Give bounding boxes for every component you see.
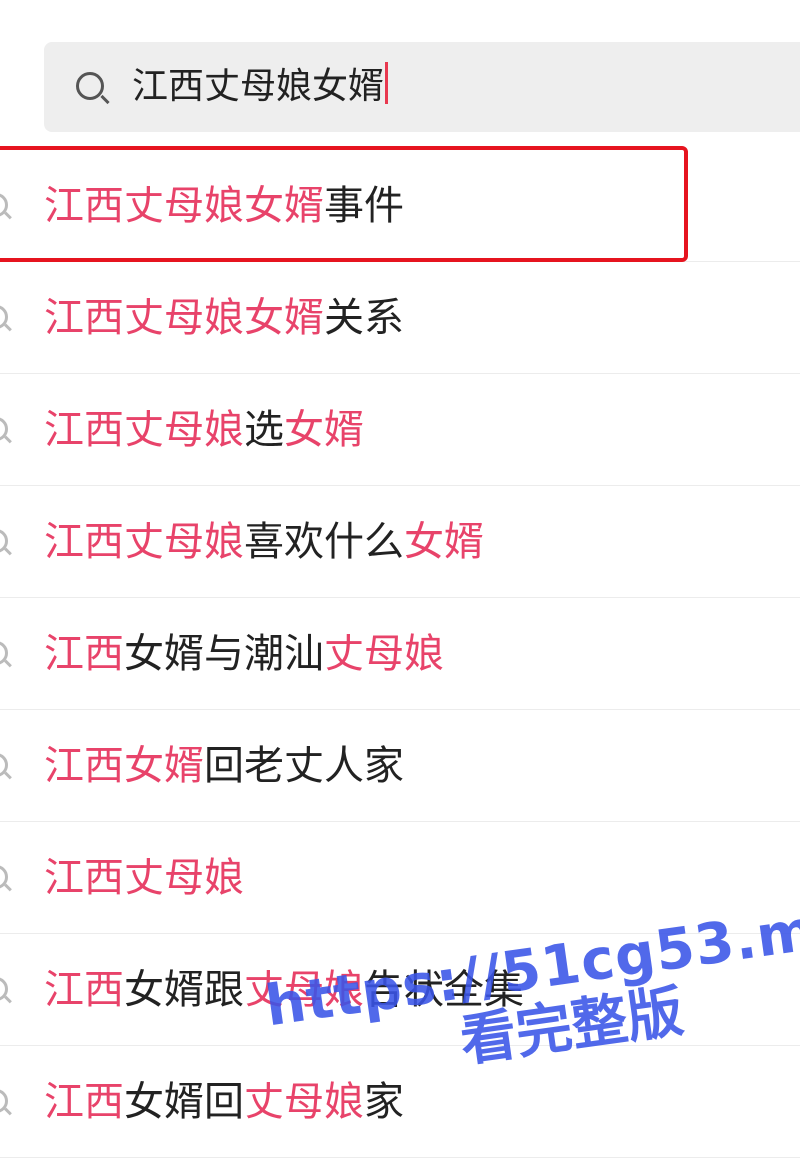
matched-text: 丈母娘 — [244, 1079, 364, 1125]
suggestion-label: 江西丈母娘喜欢什么女婿 — [44, 516, 484, 568]
suggestion-item[interactable]: 江西女婿跟丈母娘告状全集 — [0, 934, 800, 1046]
matched-text: 丈母娘 — [324, 631, 444, 677]
search-icon — [0, 1089, 8, 1113]
matched-text: 江西 — [44, 967, 124, 1013]
text-caret — [385, 62, 389, 104]
suggestion-text: 选 — [244, 407, 284, 453]
suggestion-item[interactable]: 江西女婿与潮汕丈母娘 — [0, 598, 800, 710]
matched-text: 女婿 — [284, 407, 364, 453]
search-icon — [0, 865, 8, 889]
suggestion-item[interactable]: 江西女婿回老丈人家 — [0, 710, 800, 822]
suggestion-text: 事件 — [324, 183, 404, 229]
matched-text: 江西丈母娘 — [44, 519, 244, 565]
search-icon — [0, 641, 8, 665]
matched-text: 丈母娘 — [244, 967, 364, 1013]
suggestion-text: 女婿与潮汕 — [124, 631, 324, 677]
suggestion-item[interactable]: 江西丈母娘女婿事件 — [0, 150, 800, 262]
suggestion-label: 江西丈母娘 — [44, 852, 244, 904]
matched-text: 江西丈母娘女婿 — [44, 295, 324, 341]
matched-text: 江西女婿 — [44, 743, 204, 789]
matched-text: 江西 — [44, 631, 124, 677]
matched-text: 江西 — [44, 1079, 124, 1125]
search-icon — [76, 72, 104, 100]
suggestion-item[interactable]: 江西女婿回丈母娘家 — [0, 1046, 800, 1158]
suggestion-item[interactable]: 江西丈母娘喜欢什么女婿 — [0, 486, 800, 598]
suggestion-text: 关系 — [324, 295, 404, 341]
search-icon — [0, 529, 8, 553]
search-icon — [0, 417, 8, 441]
matched-text: 江西丈母娘 — [44, 407, 244, 453]
search-icon — [0, 977, 8, 1001]
suggestion-label: 江西女婿回丈母娘家 — [44, 1076, 404, 1128]
search-page: 江西丈母娘女婿 江西丈母娘女婿事件 江西丈母娘女婿关系 江西丈母娘选女婿 江西丈母娘喜… — [0, 0, 800, 1166]
matched-text: 江西丈母娘女婿 — [44, 183, 324, 229]
suggestion-text: 回老丈人家 — [204, 743, 404, 789]
suggestion-text: 家 — [364, 1079, 404, 1125]
search-input[interactable]: 江西丈母娘女婿 — [44, 42, 800, 132]
suggestion-text: 告状全集 — [364, 967, 524, 1013]
suggestion-label: 江西丈母娘选女婿 — [44, 404, 364, 456]
suggestion-text: 女婿跟 — [124, 967, 244, 1013]
suggestion-list: 江西丈母娘女婿事件 江西丈母娘女婿关系 江西丈母娘选女婿 江西丈母娘喜欢什么女婿 江西女… — [0, 150, 800, 1158]
suggestion-label: 江西女婿回老丈人家 — [44, 740, 404, 792]
search-icon — [0, 753, 8, 777]
search-query-text: 江西丈母娘女婿 — [132, 66, 385, 107]
suggestion-item[interactable]: 江西丈母娘女婿关系 — [0, 262, 800, 374]
suggestion-label: 江西丈母娘女婿关系 — [44, 292, 404, 344]
matched-text: 女婿 — [404, 519, 484, 565]
suggestion-label: 江西丈母娘女婿事件 — [44, 180, 404, 232]
suggestion-text: 女婿回 — [124, 1079, 244, 1125]
suggestion-label: 江西女婿跟丈母娘告状全集 — [44, 964, 524, 1016]
suggestion-text: 喜欢什么 — [244, 519, 404, 565]
suggestion-item[interactable]: 江西丈母娘选女婿 — [0, 374, 800, 486]
search-header: 江西丈母娘女婿 — [0, 0, 800, 150]
suggestion-label: 江西女婿与潮汕丈母娘 — [44, 628, 444, 680]
matched-text: 江西丈母娘 — [44, 855, 244, 901]
suggestion-item[interactable]: 江西丈母娘 — [0, 822, 800, 934]
back-icon[interactable] — [0, 60, 15, 99]
search-icon — [0, 305, 8, 329]
search-query[interactable]: 江西丈母娘女婿 — [132, 62, 389, 111]
search-icon — [0, 193, 8, 217]
